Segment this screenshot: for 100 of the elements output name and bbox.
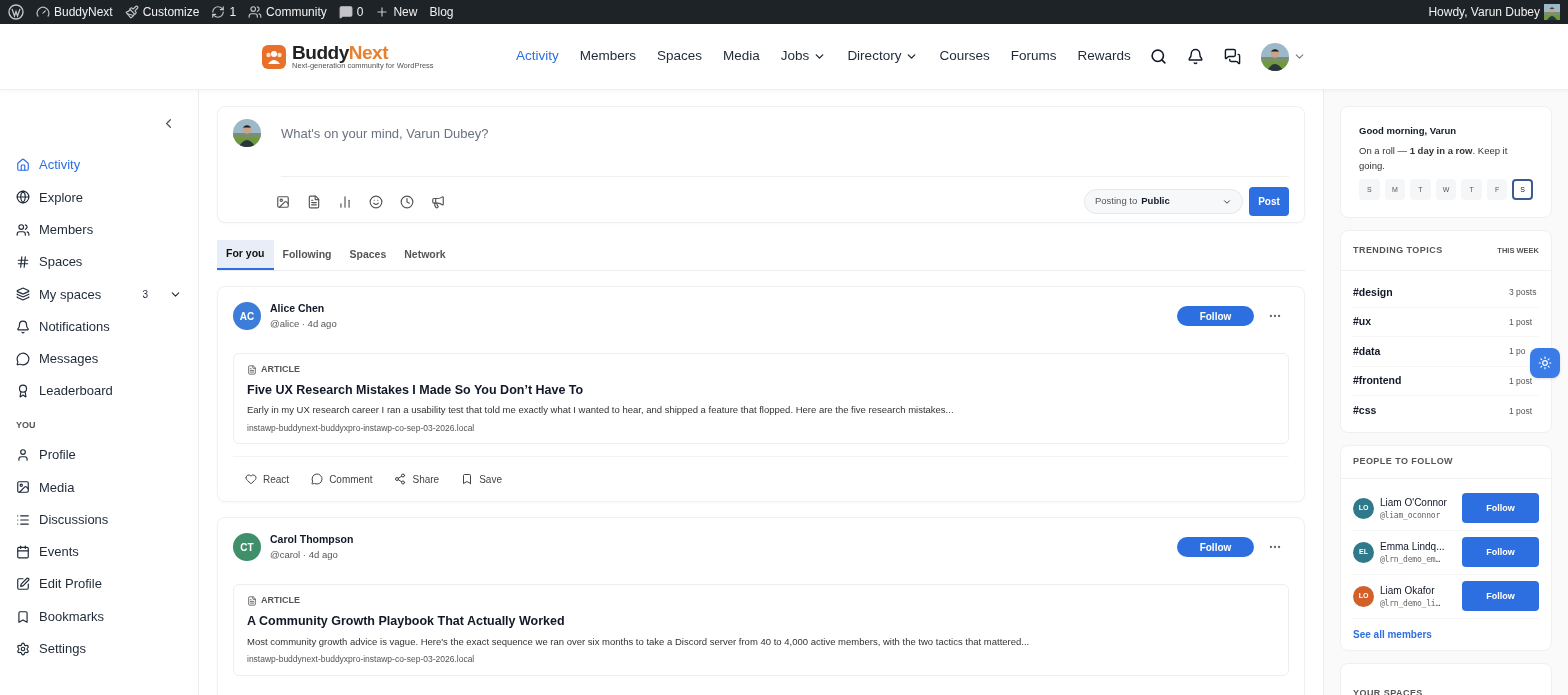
post-meta: @alice · 4d ago: [270, 316, 337, 331]
author-name[interactable]: Carol Thompson: [270, 532, 354, 548]
admin-bar-link[interactable]: 1: [211, 3, 237, 21]
theme-toggle-button[interactable]: [1530, 348, 1560, 378]
bar-chart-icon[interactable]: [338, 194, 352, 209]
brush-icon: [124, 5, 139, 19]
nav-link[interactable]: Rewards: [1077, 46, 1131, 67]
nav-link[interactable]: Jobs: [780, 46, 827, 67]
sidebar-item[interactable]: Notifications: [16, 310, 182, 343]
admin-greeting[interactable]: Howdy, Varun Dubey: [1428, 3, 1540, 21]
document-icon: [247, 364, 257, 375]
nav-link[interactable]: Members: [579, 46, 637, 67]
post-meta: @carol · 4d ago: [270, 548, 339, 562]
sidebar-item[interactable]: Members: [16, 213, 182, 246]
article-label: ARTICLE: [247, 594, 1275, 608]
admin-bar-link[interactable]: New: [375, 3, 418, 21]
sidebar-item[interactable]: Media: [16, 471, 182, 504]
sidebar-item[interactable]: My spaces 3: [16, 278, 182, 311]
nav-link[interactable]: Courses: [939, 46, 990, 67]
feed-tab[interactable]: Network: [395, 240, 455, 270]
sidebar-item[interactable]: Spaces: [16, 245, 182, 279]
sidebar-item[interactable]: Leaderboard: [16, 375, 182, 408]
person-name[interactable]: Emma Lindq...: [1380, 538, 1460, 554]
post-action[interactable]: Share: [394, 471, 440, 487]
nav-link[interactable]: Forums: [1010, 46, 1057, 67]
search-icon[interactable]: [1150, 48, 1167, 65]
follow-button[interactable]: Follow: [1462, 581, 1539, 612]
settings-icon: [16, 641, 30, 656]
article-preview[interactable]: [233, 353, 1289, 445]
composer-input[interactable]: What's on your mind, Varun Dubey?: [281, 123, 1289, 144]
heart-icon: [245, 473, 257, 486]
admin-bar-link[interactable]: Blog: [429, 3, 454, 21]
list-icon: [16, 512, 30, 527]
avatar[interactable]: CT: [233, 533, 261, 562]
post-action[interactable]: React: [245, 471, 290, 487]
sidebar-item[interactable]: Bookmarks: [16, 600, 182, 633]
nav-link[interactable]: Spaces: [657, 46, 703, 67]
admin-bar-link[interactable]: BuddyNext: [36, 3, 113, 21]
person-handle: @lrn_demo_em…: [1380, 553, 1441, 566]
sidebar-item[interactable]: Edit Profile: [16, 568, 182, 601]
article-excerpt: Most community growth advice is vague. Here's the exact sequence we ran over six months to take a Discord server from 40 to 4,000 active members, with the two tactics that mattered...: [247, 634, 1031, 649]
nav-link[interactable]: Activity: [516, 46, 559, 67]
feed-tab[interactable]: For you: [217, 240, 274, 270]
admin-bar-link[interactable]: 0: [338, 3, 364, 21]
topic-link[interactable]: #design: [1353, 284, 1393, 301]
article-excerpt: Early in my UX research career I ran a usability test that told me exactly what I wanted to hear, and shipped a feature that flopped. Here are the five research mistakes...: [247, 403, 955, 418]
topic-link[interactable]: #ux: [1353, 314, 1372, 330]
document-icon: [247, 596, 257, 606]
plus-icon: [375, 5, 390, 19]
megaphone-icon[interactable]: [431, 194, 445, 209]
document-icon[interactable]: [307, 194, 321, 209]
sidebar-item[interactable]: Profile: [16, 438, 182, 472]
post-button[interactable]: Post: [1249, 187, 1289, 216]
nav-link[interactable]: Directory: [847, 46, 919, 67]
clock-icon[interactable]: [400, 194, 414, 209]
avatar[interactable]: AC: [233, 302, 261, 330]
article-preview[interactable]: [233, 584, 1289, 676]
article-url: instawp-buddynext-buddyxpro-instawp-co-sep-03-2026.local: [247, 652, 476, 666]
nav-link[interactable]: Media: [723, 46, 760, 67]
person-name[interactable]: Liam O'Connor: [1380, 494, 1460, 510]
person-icon: [16, 448, 30, 462]
admin-bar-link[interactable]: Community: [248, 3, 327, 21]
post-action[interactable]: Save: [461, 471, 502, 487]
calendar-icon: [16, 544, 30, 559]
topic-link[interactable]: #frontend: [1353, 373, 1402, 389]
follow-button[interactable]: Follow: [1177, 306, 1254, 326]
bookmark-icon: [16, 609, 30, 624]
dashboard-icon: [36, 5, 50, 19]
sidebar-item[interactable]: Settings: [16, 632, 182, 665]
post-action[interactable]: Comment: [311, 471, 373, 487]
chat-icon[interactable]: [1224, 48, 1241, 65]
sidebar-item[interactable]: Events: [16, 535, 182, 569]
follow-button[interactable]: Follow: [1462, 537, 1539, 568]
people-icon: [16, 222, 30, 237]
image-icon[interactable]: [276, 194, 290, 209]
article-title: A Community Growth Playbook That Actually Worked: [247, 612, 566, 630]
audience-select[interactable]: Posting to Public: [1084, 189, 1243, 214]
topic-count: 1 post: [1509, 404, 1533, 418]
wordpress-logo-icon[interactable]: [8, 4, 24, 20]
bell-icon[interactable]: [1187, 48, 1204, 65]
admin-bar-link[interactable]: Customize: [124, 3, 200, 21]
sidebar-item[interactable]: Messages: [16, 342, 182, 376]
sidebar-item[interactable]: Activity: [16, 149, 182, 182]
comment-icon: [311, 473, 324, 486]
see-all-link[interactable]: See all members: [1353, 618, 1539, 650]
author-name[interactable]: Alice Chen: [270, 301, 337, 317]
sidebar-item[interactable]: Discussions: [16, 503, 182, 536]
count: 3: [142, 287, 148, 302]
speech-bubble-icon: [16, 351, 30, 366]
person-name[interactable]: Liam Okafor: [1380, 582, 1460, 598]
topic-link[interactable]: #data: [1353, 343, 1381, 360]
follow-button[interactable]: Follow: [1177, 537, 1254, 558]
topic-link[interactable]: #css: [1353, 403, 1377, 419]
emoji-icon[interactable]: [369, 194, 383, 209]
feed-tab[interactable]: Following: [273, 240, 341, 270]
feed-tab[interactable]: Spaces: [340, 240, 396, 270]
sidebar-item[interactable]: Explore: [16, 181, 182, 214]
follow-button[interactable]: Follow: [1462, 493, 1539, 524]
card-title: TRENDING TOPICS: [1353, 244, 1443, 257]
article-label: ARTICLE: [247, 363, 1275, 377]
